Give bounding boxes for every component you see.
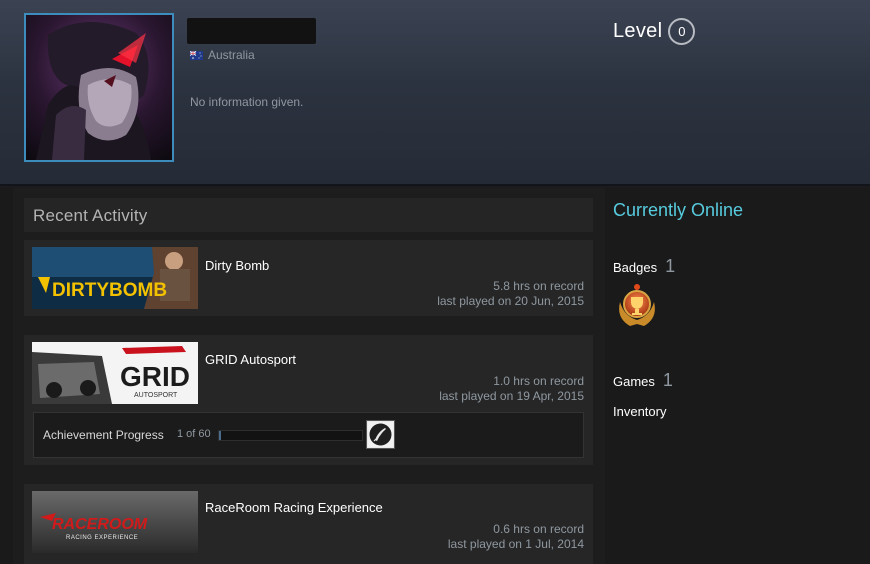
game-card-raceroom: RACEROOM RACING EXPERIENCE RaceRoom Raci… — [24, 484, 593, 564]
recent-activity-header: Recent Activity — [24, 198, 593, 232]
level-badge[interactable]: 0 — [668, 18, 696, 45]
games-label: Games — [613, 374, 655, 389]
game-name[interactable]: GRID Autosport — [205, 352, 296, 367]
game-last-played: last played on 20 Jun, 2015 — [437, 294, 584, 308]
recent-activity-title: Recent Activity — [33, 206, 148, 225]
profile-location: Australia — [190, 47, 255, 63]
grid-autosport-logo-icon: GRID AUTOSPORT — [32, 342, 198, 404]
game-hours: 1.0 hrs on record — [493, 374, 584, 388]
games-link[interactable]: Games 1 — [613, 370, 673, 391]
country-name: Australia — [208, 48, 255, 62]
level-label: Level — [613, 20, 663, 42]
svg-text:RACING EXPERIENCE: RACING EXPERIENCE — [66, 535, 138, 541]
badges-count: 1 — [665, 256, 676, 276]
badges-link[interactable]: Badges 1 — [613, 256, 675, 277]
badges-label: Badges — [613, 260, 658, 275]
achievement-label: Achievement Progress — [43, 428, 164, 442]
svg-text:AUTOSPORT: AUTOSPORT — [134, 392, 178, 399]
achievement-progress-bar[interactable]: Achievement Progress 1 of 60 — [33, 412, 584, 458]
profile-header: Australia No information given. Level 0 — [0, 0, 870, 186]
profile-summary: No information given. — [190, 95, 304, 109]
game-name[interactable]: RaceRoom Racing Experience — [205, 500, 383, 515]
avatar-image — [26, 15, 172, 160]
svg-text:GRID: GRID — [120, 361, 190, 392]
game-last-played: last played on 1 Jul, 2014 — [447, 537, 584, 551]
inventory-link[interactable]: Inventory — [613, 404, 666, 419]
svg-text:DIRTYBOMB: DIRTYBOMB — [52, 280, 167, 301]
persona-name-redacted — [187, 18, 316, 44]
game-card-dirty-bomb: DIRTYBOMB Dirty Bomb 5.8 hrs on record l… — [24, 240, 593, 316]
games-count: 1 — [662, 370, 673, 390]
game-card-grid-autosport: GRID AUTOSPORT GRID Autosport 1.0 hrs on… — [24, 335, 593, 465]
profile-level: Level 0 — [613, 18, 696, 45]
achievement-fill — [219, 431, 222, 440]
game-thumbnail[interactable]: DIRTYBOMB — [32, 247, 198, 309]
game-thumbnail[interactable]: GRID AUTOSPORT — [32, 342, 198, 404]
achievement-count: 1 of 60 — [177, 428, 211, 440]
game-last-played: last played on 19 Apr, 2015 — [439, 389, 584, 403]
raceroom-logo-icon: RACEROOM RACING EXPERIENCE — [32, 491, 198, 553]
achievement-track — [218, 430, 363, 441]
game-hours: 5.8 hrs on record — [493, 279, 584, 293]
achievement-icon[interactable] — [366, 420, 395, 449]
australia-flag-icon — [190, 50, 203, 60]
trophy-badge-icon[interactable] — [612, 280, 662, 330]
game-hours: 0.6 hrs on record — [493, 522, 584, 536]
svg-text:RACEROOM: RACEROOM — [52, 516, 148, 533]
dirty-bomb-logo-icon: DIRTYBOMB — [32, 247, 198, 309]
game-thumbnail[interactable]: RACEROOM RACING EXPERIENCE — [32, 491, 198, 553]
pen-signature-icon — [368, 422, 393, 447]
game-name[interactable]: Dirty Bomb — [205, 258, 269, 273]
online-status: Currently Online — [613, 200, 744, 220]
avatar[interactable] — [24, 13, 174, 162]
